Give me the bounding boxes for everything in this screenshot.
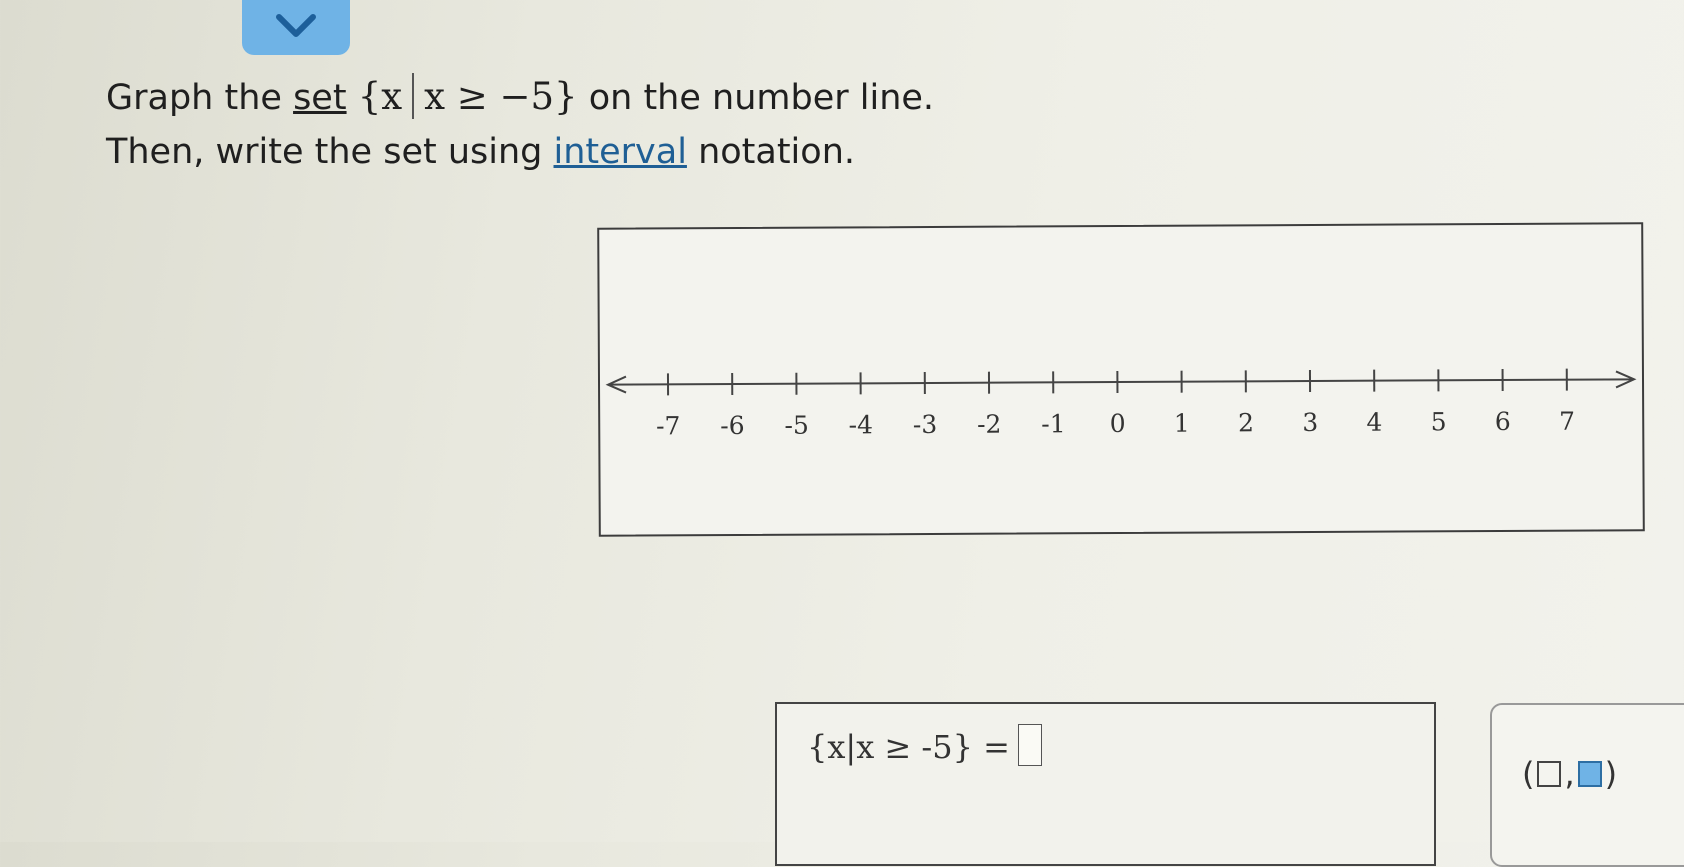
number-line-graph[interactable]: -7 -6 -5 -4 -3 -2 -1 0 1 2 3 4 5 6 7 [597,222,1645,536]
tick-label: 3 [1302,408,1318,437]
collapse-toggle-button[interactable] [242,0,350,55]
filled-box-icon [1578,761,1602,787]
open-paren: ( [1522,755,1534,793]
prompt-text: Then, write the set using [106,132,554,172]
set-expr-cond: x ≥ −5} [424,75,577,118]
set-expr-open: {x [358,75,402,118]
prompt-line-1: Graph the set {x x ≥ −5} on the number li… [106,70,934,125]
tick-label: 5 [1431,407,1447,436]
empty-box-icon [1537,761,1561,787]
tick-label: 7 [1559,407,1575,436]
prompt-line-2: Then, write the set using interval notat… [106,125,934,179]
interval-definition-link[interactable]: interval [554,132,687,172]
tick-label: 1 [1174,409,1190,438]
close-paren: ) [1605,755,1617,793]
set-builder-bar [412,73,414,119]
tick-label: -5 [784,411,809,440]
tick-label: -4 [849,410,874,439]
prompt-text: notation. [687,132,855,172]
question-prompt: Graph the set {x x ≥ −5} on the number li… [106,70,934,179]
answer-expression-text: {x|x ≥ -5} = [807,728,1010,766]
tick-label: 4 [1366,408,1382,437]
math-palette: (,) [1490,703,1684,867]
answer-input-slot[interactable] [1018,724,1042,766]
comma: , [1564,755,1574,793]
answer-expression: {x|x ≥ -5} = [807,724,1042,766]
number-line-axis [608,379,1634,384]
prompt-text: on the number line. [578,78,934,118]
number-line-canvas[interactable]: -7 -6 -5 -4 -3 -2 -1 0 1 2 3 4 5 6 7 [599,224,1643,534]
tick-label: 2 [1238,408,1254,437]
prompt-text: Graph the [106,78,293,118]
interval-notation-button[interactable]: (,) [1522,755,1617,793]
set-expression: {x x ≥ −5} [358,75,578,118]
tick-label: 6 [1495,407,1511,436]
tick-label: -6 [720,411,745,440]
answer-area: {x|x ≥ -5} = [775,702,1436,866]
set-definition-link[interactable]: set [293,78,347,118]
chevron-down-icon [274,12,318,44]
tick-label: -3 [913,410,938,439]
tick-label: -2 [977,410,1002,439]
tick-label: -1 [1041,409,1066,438]
tick-label: -7 [656,411,681,440]
tick-label: 0 [1110,409,1126,438]
